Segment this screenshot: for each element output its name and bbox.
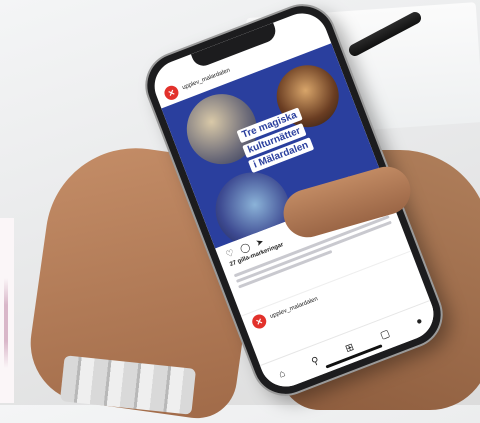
bag-icon[interactable]: ▢ [379,327,392,341]
search-icon[interactable]: ⚲ [310,355,321,368]
comment-icon[interactable]: ◯ [238,241,251,255]
heart-icon[interactable]: ♡ [224,247,235,260]
next-account-avatar[interactable]: ✕ [250,312,269,331]
plus-icon[interactable]: ⊞ [344,341,356,354]
profile-icon[interactable]: ● [414,315,424,327]
home-icon[interactable]: ⌂ [277,368,287,380]
account-avatar[interactable]: ✕ [162,83,181,102]
send-icon[interactable]: ➤ [254,236,265,249]
edge-strip [0,218,14,403]
next-account-name[interactable]: upplev_malardalen [269,296,318,320]
